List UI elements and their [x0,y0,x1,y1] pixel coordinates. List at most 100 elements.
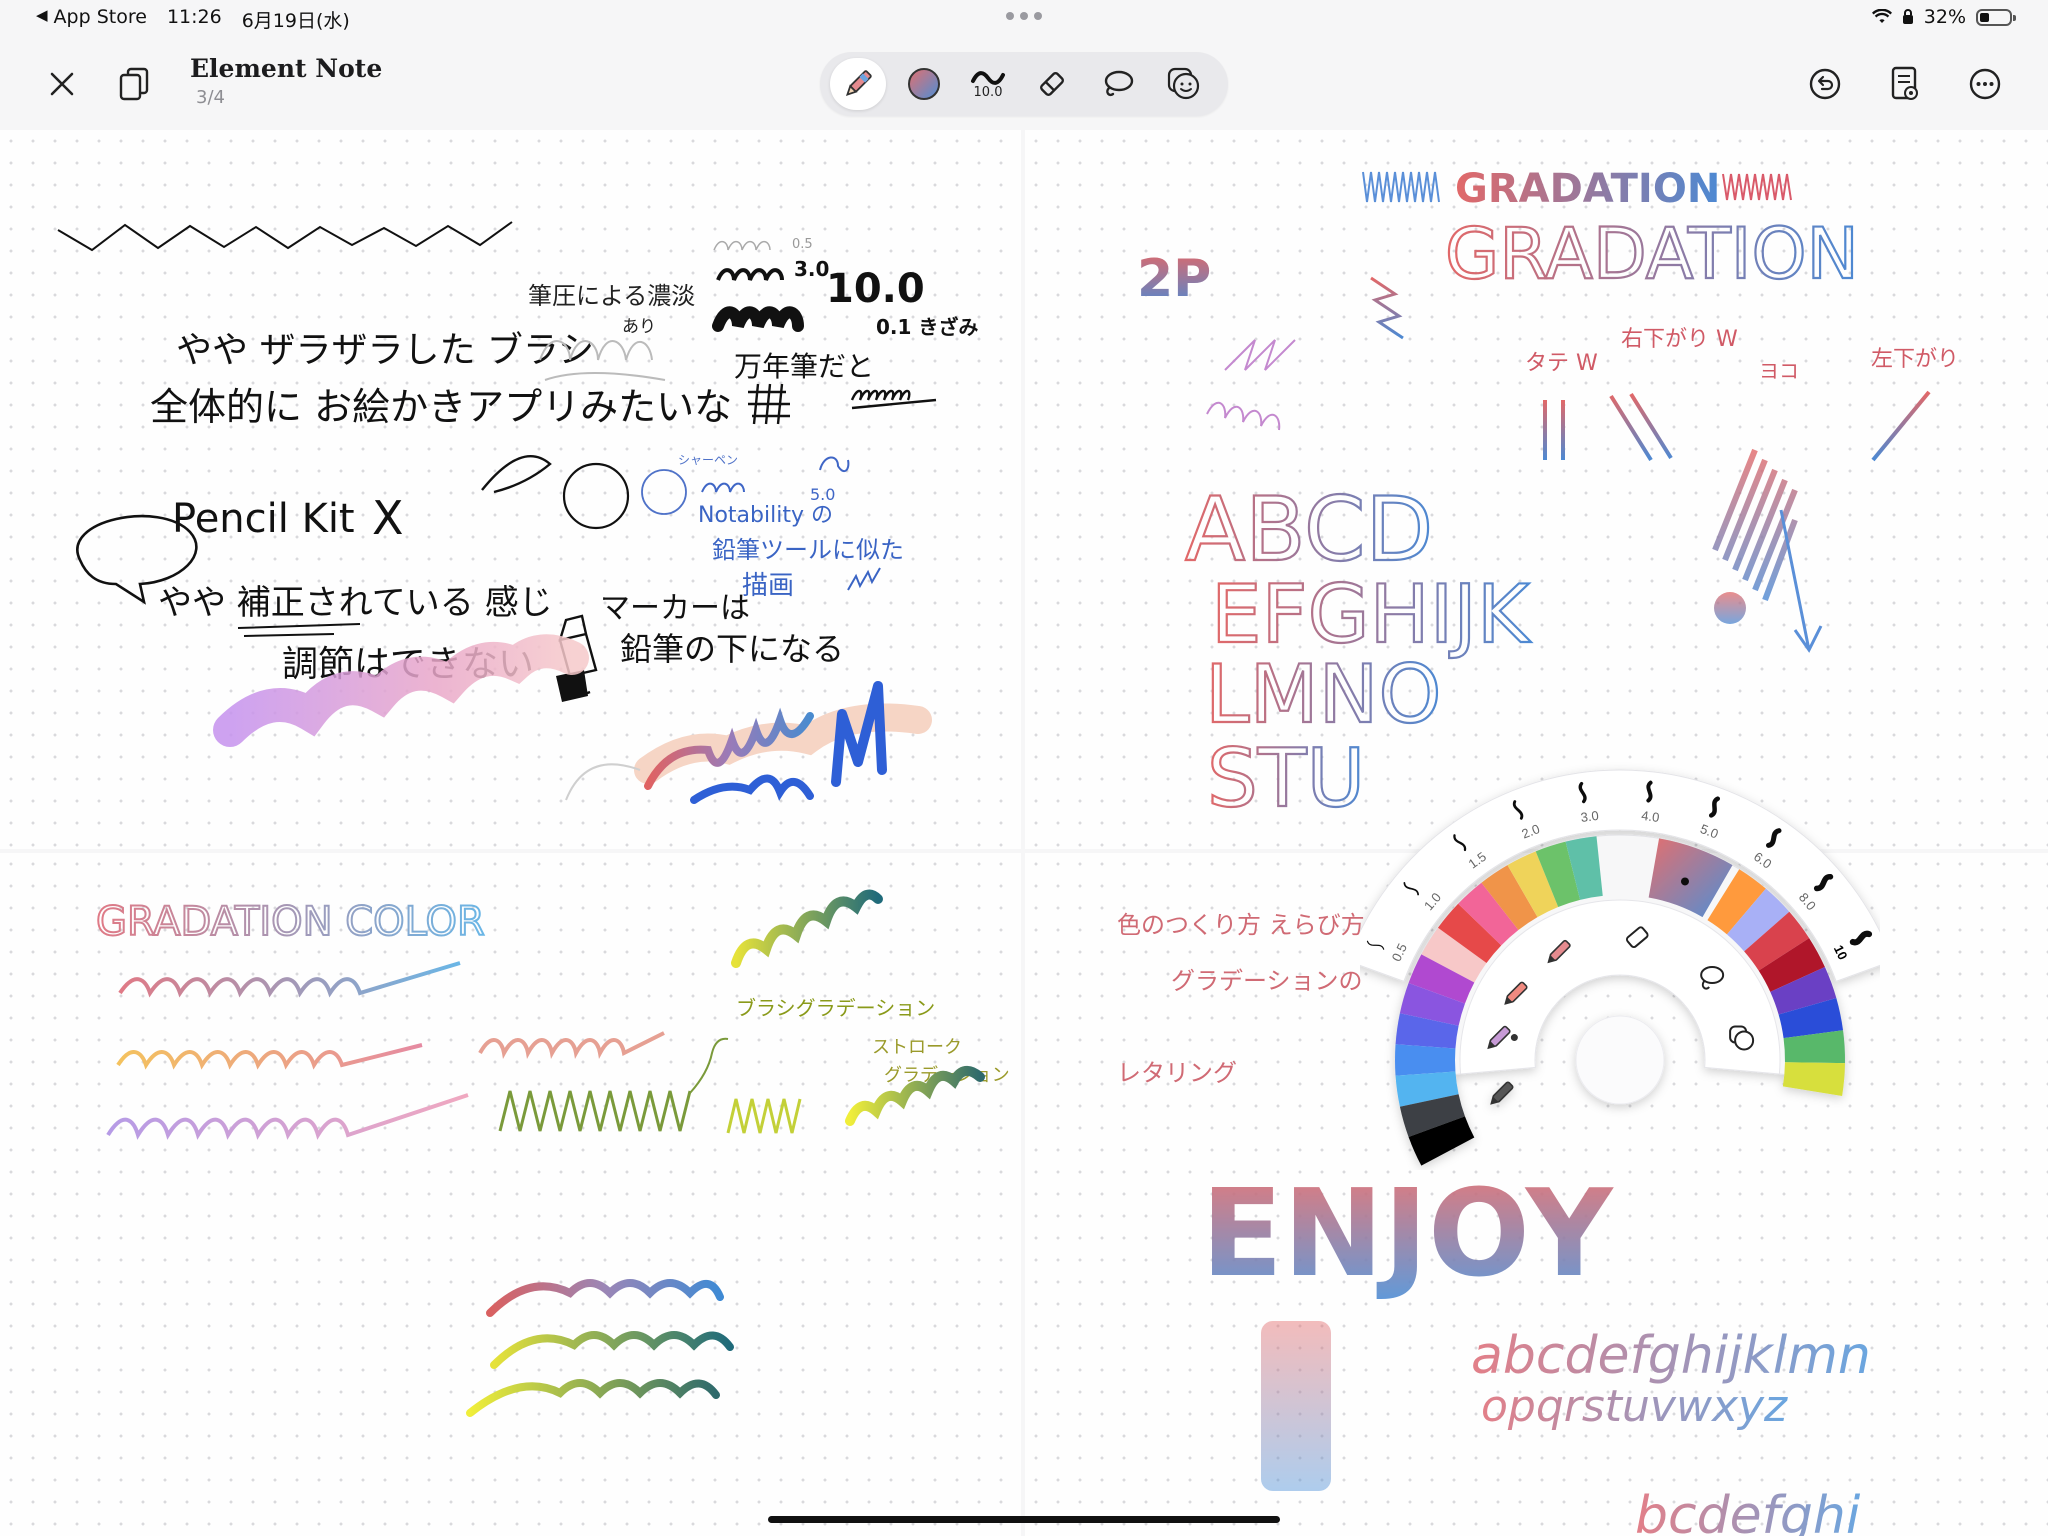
p1-notability2: 鉛筆ツールに似た [712,536,904,564]
battery-percent: 32% [1923,6,1966,28]
p1-marker2: 鉛筆の下になる [620,630,844,668]
status-right: 32% [1871,6,2016,28]
title-block: Element Note 3/4 [190,54,382,108]
hatch-marks [748,383,937,425]
back-triangle-icon[interactable]: ◀ [36,6,48,33]
p2-hidarisagari: 左下がり [1871,347,1959,372]
size-option-4.0[interactable]: 4.0 [1640,808,1660,825]
grad-wave-red-blue [486,1279,724,1317]
wifi-icon [1871,9,1892,23]
active-tool-dot [1510,1034,1518,1042]
center-hub[interactable] [1575,1015,1665,1105]
p1-x-mark: X [372,491,404,545]
sticker-button[interactable] [1156,58,1212,110]
top-toolbar: Element Note 3/4 10.0 [0,36,2048,130]
grad-wave-yellow-green [466,1379,720,1417]
selected-color-dot [1680,877,1689,886]
p4-alpha2: opqrstuvwxyz [1481,1381,1788,1432]
notes-button[interactable] [1877,56,1933,112]
gradient-dot [1714,592,1746,624]
pages-button[interactable] [106,56,162,112]
underline-stroke [237,623,361,637]
p4-line2: グラデーションの [1171,967,1363,995]
p3-brush-grad: ブラシグラデーション [736,996,935,1020]
home-indicator[interactable] [768,1516,1280,1523]
p1-step: 0.1 きざみ [876,315,978,339]
zigzag-stroke [57,221,513,252]
brush-size-label: 10.0 [973,84,1003,100]
page-1-drawing: やや ザラザラした ブラシ 全体的に お絵かきアプリみたいな 筆圧による濃淡 あ… [57,221,978,804]
p2-tate: タテ W [1525,351,1598,376]
p2-grad-big: GRADATION [1445,213,1859,295]
color-swatch[interactable] [1395,1044,1456,1076]
page-3-drawing: GRADATION COLOR ブラシグラデーション ストローク グラデーション [95,889,1010,1417]
blue-zigzag [1362,171,1440,203]
p1-size5: 5.0 [810,485,835,504]
more-button[interactable] [1957,56,2013,112]
p3-title: GRADATION COLOR [96,899,485,945]
size-option-3.0[interactable]: 3.0 [1580,808,1600,825]
wave-4 [478,1031,665,1060]
gray-stroke [565,763,641,801]
p3-stroke-grad1: ストローク [872,1037,962,1058]
page-title[interactable]: Element Note [190,54,382,83]
status-time: 11:26 [166,6,222,28]
p2-migisagari: 右下がり W [1621,327,1738,352]
eraser-button[interactable] [1024,58,1080,110]
yellow-hatch [726,1098,802,1134]
pencil-tool-button[interactable] [830,58,886,110]
wave-2 [116,1043,423,1070]
p4-line1: 色のつくり方 えらび方 [1117,911,1365,939]
color-swatch-icon [908,68,940,100]
close-button[interactable] [34,56,90,112]
undo-button[interactable] [1797,56,1853,112]
black-circle [562,462,630,530]
p1-fountain: 万年筆だと [734,350,874,383]
close-icon [50,72,74,96]
green-loops [731,889,883,968]
migi-lines [1609,392,1673,462]
loops-0-5 [713,240,771,251]
brush-size-button[interactable]: 10.0 [960,58,1016,110]
hidari-line [1871,390,1931,462]
notes-icon [1891,66,1918,100]
radial-tool-menu[interactable]: 0.51.01.52.03.0 4.05.06.08.010 [1360,740,1880,1170]
p1-marker1: マーカーは [600,591,750,626]
page-3[interactable]: GRADATION COLOR ブラシグラデーション ストローク グラデーション [0,853,1021,1536]
p4-alpha3: bcdefghi [1635,1486,1861,1536]
lock-icon [1902,9,1913,24]
wave-1 [118,961,461,998]
red-zigzag [1722,173,1792,201]
zigzag-small [1370,276,1404,340]
page-1[interactable]: やや ザラザラした ブラシ 全体的に お絵かきアプリみたいな 筆圧による濃淡 あ… [0,130,1021,849]
color-button[interactable] [896,58,952,110]
p1-line2: 全体的に お絵かきアプリみたいな [150,385,732,429]
p2-lmn: LMNO [1205,648,1441,741]
battery-icon [1976,8,2016,26]
p1-correction: やや 補正されている 感じ [158,583,553,623]
tool-pill: 10.0 [820,52,1228,116]
lasso-button[interactable] [1090,58,1146,110]
blue-m [831,681,887,787]
multitask-dots-icon[interactable] [1006,12,1042,20]
status-bar: ◀ App Store 11:26 6月19日(水) 32% [0,0,2048,36]
p4-lettering: レタリング [1117,1059,1237,1087]
green-hatch [498,1090,692,1132]
loops-10-0 [712,306,804,332]
note-canvas[interactable]: やや ザラザラした ブラシ 全体的に お絵かきアプリみたいな 筆圧による濃淡 あ… [0,130,2048,1536]
pen-icon[interactable] [1487,1081,1514,1107]
p2-two-p: 2P [1137,249,1211,309]
blue-squiggle [690,774,814,804]
back-app-link[interactable]: App Store [54,6,147,33]
pencil-icon [845,70,872,97]
arrow-stroke [1779,509,1823,653]
color-swatch[interactable] [1782,1062,1845,1096]
eraser-icon [1040,72,1064,96]
wave-3 [106,1093,469,1140]
p4-enjoy: ENJOY [1201,1165,1615,1304]
p1-pressure: 筆圧による濃淡 [528,282,695,310]
loops-3-0 [716,268,784,281]
undo-icon [1809,68,1841,100]
pink-scribble [1206,339,1296,431]
p2-abcd: ABCD [1185,478,1433,581]
